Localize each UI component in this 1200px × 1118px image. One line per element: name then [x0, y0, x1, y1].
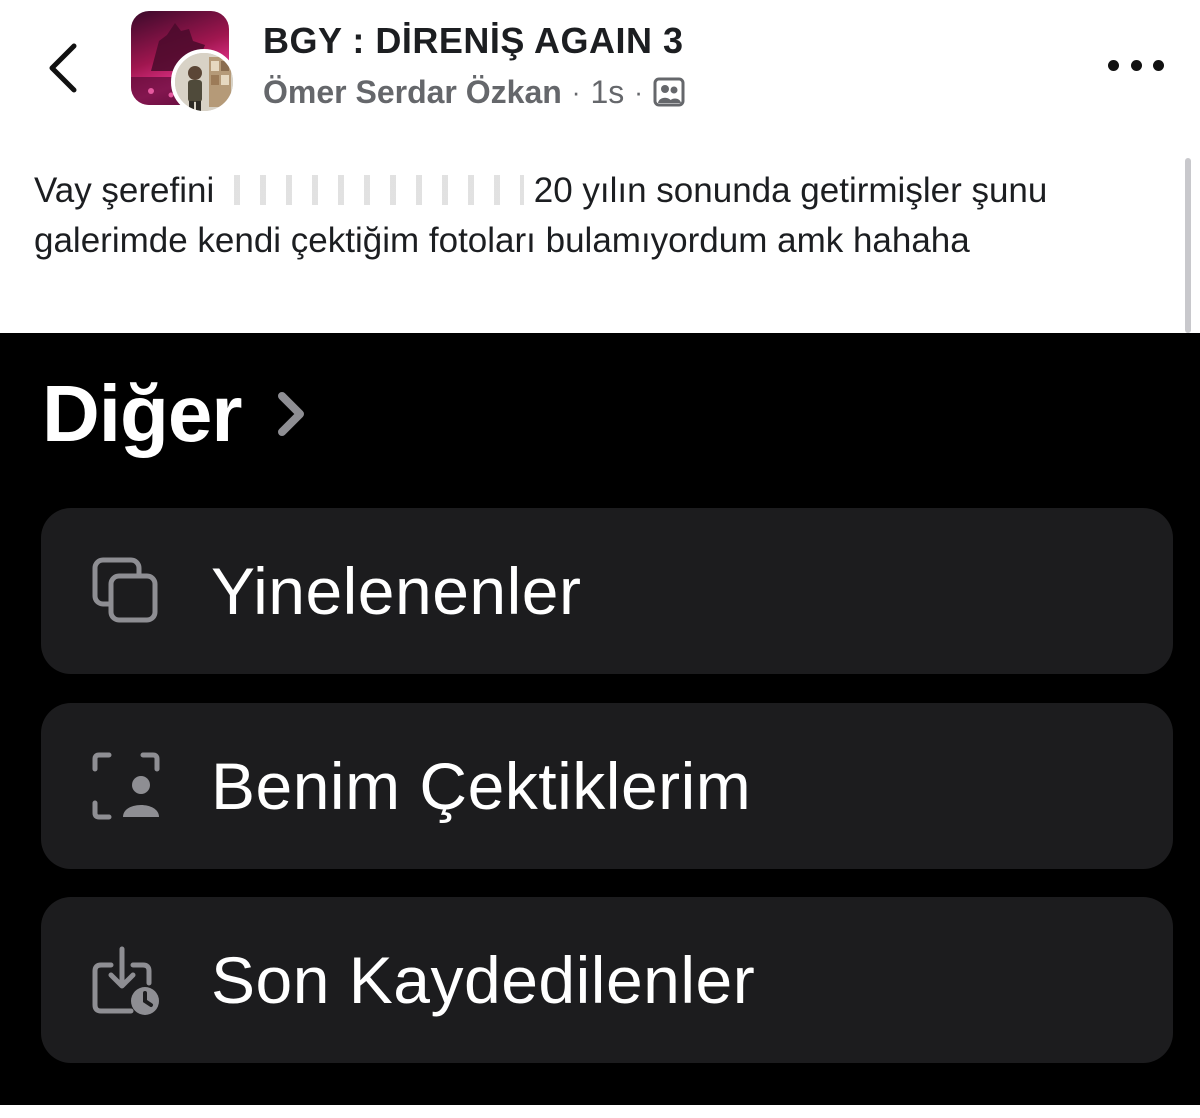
person-frame-icon	[92, 752, 160, 820]
author-avatar[interactable]	[171, 49, 237, 115]
author-name[interactable]: Ömer Serdar Özkan	[263, 74, 562, 111]
post-time[interactable]: 1s	[590, 74, 624, 111]
group-name[interactable]: BGY : DİRENİŞ AGAIN 3	[263, 20, 684, 62]
back-button[interactable]	[44, 40, 84, 96]
author-photo	[175, 53, 233, 111]
meta-separator: ·	[571, 76, 581, 107]
section-title: Diğer	[42, 369, 242, 458]
menu-row-label: Son Kaydedilenler	[211, 943, 756, 1017]
menu-row-label: Benim Çektiklerim	[211, 749, 752, 823]
bottom-strip	[0, 1105, 1200, 1118]
menu-row-recently-saved[interactable]: Son Kaydedilenler	[41, 897, 1173, 1063]
redacted-text	[224, 174, 524, 205]
post-header: BGY : DİRENİŞ AGAIN 3 Ömer Serdar Özkan …	[0, 0, 1200, 140]
duplicates-icon	[92, 557, 158, 623]
scrollbar[interactable]	[1185, 158, 1191, 333]
section-header[interactable]: Diğer	[42, 366, 312, 462]
menu-row-duplicates[interactable]: Yinelenenler	[41, 508, 1173, 674]
chevron-left-icon	[49, 43, 77, 93]
group-members-icon	[653, 77, 685, 107]
more-options-button[interactable]	[1108, 50, 1164, 80]
more-horizontal-icon	[1108, 59, 1119, 71]
more-dot	[1153, 59, 1164, 71]
post-text-start: Vay şerefini	[34, 171, 215, 210]
meta-separator-2: ·	[634, 76, 643, 107]
menu-row-my-photos[interactable]: Benim Çektiklerim	[41, 703, 1173, 869]
more-dot	[1130, 59, 1142, 71]
menu-row-label: Yinelenenler	[211, 554, 582, 628]
recently-saved-icon	[92, 946, 159, 1015]
chevron-right-icon	[277, 392, 304, 436]
post-meta: Ömer Serdar Özkan · 1s ·	[263, 72, 685, 112]
post-text: Vay şerefini 20 yılın sonunda getirmişle…	[34, 166, 1154, 266]
